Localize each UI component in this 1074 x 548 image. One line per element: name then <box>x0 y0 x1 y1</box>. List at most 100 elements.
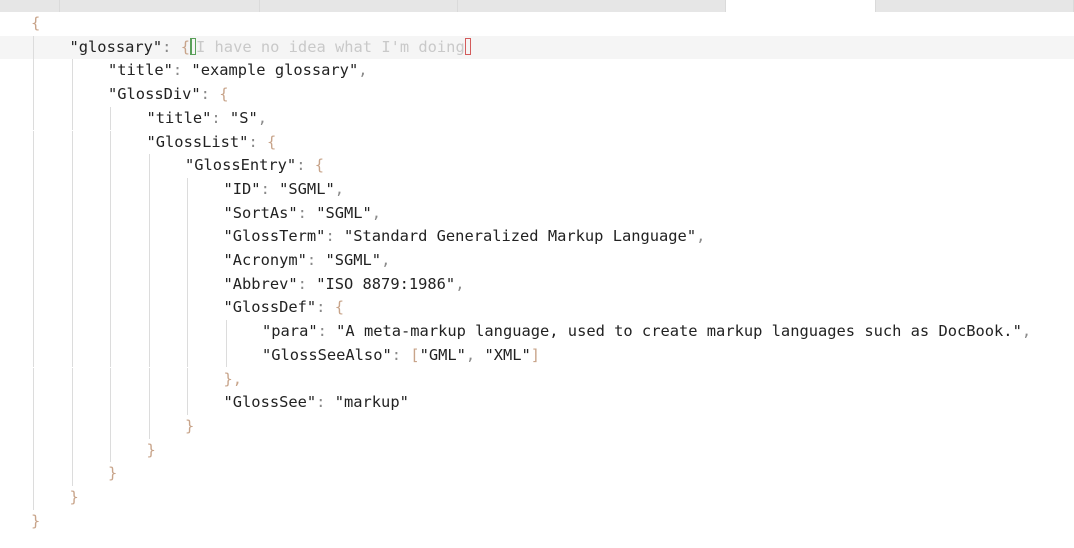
close-token: , <box>381 251 391 269</box>
indent-guide <box>33 272 34 297</box>
code-content: }, <box>224 368 243 392</box>
code-content: } <box>70 486 79 510</box>
indent-guide <box>33 35 34 60</box>
indent-guide <box>71 249 73 273</box>
inline-suggestion: I have no idea what I'm doing <box>196 37 465 56</box>
indent-guide <box>187 272 188 297</box>
indent-guide <box>33 59 34 84</box>
indent-guide <box>110 343 111 368</box>
indent-guide <box>225 343 227 368</box>
code-line[interactable]: "Abbrev": "ISO 8879:1986", <box>0 272 1074 297</box>
json-key: "GlossList" <box>146 132 249 151</box>
indent-guide <box>148 177 150 202</box>
indent-guide <box>71 130 73 155</box>
json-value: "SGML" <box>279 179 335 198</box>
code-line[interactable]: } <box>0 414 1074 439</box>
indent-guide <box>71 225 73 249</box>
indent-guide <box>33 414 34 439</box>
json-key: "para" <box>262 322 318 341</box>
indent-guide <box>110 249 111 273</box>
code-line[interactable]: } <box>0 510 1074 534</box>
punctuation: , <box>465 345 485 364</box>
indent-guide <box>110 201 111 226</box>
code-line[interactable]: "title": "S", <box>0 106 1074 131</box>
code-line[interactable]: "GlossSee": "markup" <box>0 391 1074 415</box>
json-array-item: "GML" <box>419 345 466 364</box>
indent-guide <box>71 154 73 178</box>
code-content: "title": "S", <box>147 107 268 131</box>
editor-tab[interactable] <box>458 0 726 12</box>
indent-guide <box>71 59 73 84</box>
indent-guide <box>33 130 34 155</box>
indent-guide <box>110 320 111 344</box>
indent-guide <box>148 154 150 178</box>
json-key: "title" <box>108 61 173 80</box>
indent-guide <box>33 296 34 321</box>
code-content: } <box>31 510 40 534</box>
code-line[interactable]: "GlossList": { <box>0 130 1074 155</box>
indent-guide <box>71 367 73 392</box>
json-array-item: "XML" <box>484 345 531 364</box>
editor-tab[interactable] <box>60 0 260 12</box>
code-line[interactable]: }, <box>0 367 1074 392</box>
indent-guide <box>110 391 111 415</box>
indent-guide <box>33 177 34 202</box>
open-brace: { <box>31 14 41 32</box>
close-token: , <box>257 108 268 127</box>
code-content: "GlossDef": { <box>224 296 345 320</box>
indent-guide <box>187 249 188 273</box>
indent-guide <box>148 343 150 368</box>
indent-guide <box>148 367 150 392</box>
indent-guide <box>33 320 34 344</box>
punctuation: : <box>316 298 335 317</box>
code-content: "GlossDiv": { <box>108 83 229 107</box>
code-line[interactable]: "SortAs": "SGML", <box>0 201 1074 226</box>
editor-tab[interactable] <box>0 0 60 12</box>
indent-guide <box>110 225 111 249</box>
editor-tab[interactable] <box>260 0 458 12</box>
code-line[interactable]: } <box>0 462 1074 486</box>
editor-tab[interactable] <box>876 0 1074 12</box>
close-token: , <box>1021 322 1032 341</box>
indent-guide <box>71 462 73 486</box>
close-token: , <box>371 203 382 222</box>
code-line[interactable]: "Acronym": "SGML", <box>0 249 1074 273</box>
json-key: "SortAs" <box>223 203 298 222</box>
json-key: "glossary" <box>69 37 163 56</box>
json-key: "GlossDiv" <box>108 85 201 104</box>
close-token: } <box>146 440 156 459</box>
indent-guide <box>148 414 150 439</box>
indent-guide <box>148 225 150 249</box>
open-brace: { <box>314 156 325 175</box>
indent-guide <box>148 296 150 321</box>
json-key: "title" <box>146 108 212 127</box>
code-line[interactable]: } <box>0 486 1074 510</box>
punctuation: [ <box>410 345 420 364</box>
punctuation: : <box>317 322 337 341</box>
indent-guide <box>148 249 150 273</box>
indent-guide <box>187 343 188 368</box>
code-content: "GlossSeeAlso": ["GML", "XML"] <box>262 344 540 368</box>
code-line[interactable]: "GlossEntry": { <box>0 154 1074 178</box>
indent-guide <box>33 391 34 415</box>
code-line[interactable]: "ID": "SGML", <box>0 177 1074 202</box>
code-line[interactable]: "GlossDef": { <box>0 296 1074 321</box>
code-line[interactable]: "GlossTerm": "Standard Generalized Marku… <box>0 225 1074 249</box>
code-line[interactable]: "GlossSeeAlso": ["GML", "XML"] <box>0 343 1074 368</box>
code-content: "GlossEntry": { <box>185 154 324 178</box>
editor-tab-active[interactable] <box>726 0 876 12</box>
indent-guide <box>33 486 34 510</box>
code-line[interactable]: { <box>0 12 1074 36</box>
code-line[interactable]: "GlossDiv": { <box>0 83 1074 107</box>
json-key: "Acronym" <box>223 251 307 269</box>
punctuation: : <box>162 37 181 56</box>
json-value: "ISO 8879:1986" <box>316 274 456 293</box>
indent-guide <box>33 83 34 107</box>
code-line[interactable]: "glossary": {I have no idea what I'm doi… <box>0 35 1074 60</box>
code-line[interactable]: "para": "A meta-markup language, used to… <box>0 320 1074 344</box>
code-line[interactable]: "title": "example glossary", <box>0 59 1074 84</box>
indent-guide <box>71 391 73 415</box>
code-line[interactable]: } <box>0 438 1074 463</box>
code-editor[interactable]: {"glossary": {I have no idea what I'm do… <box>0 12 1074 548</box>
indent-guide <box>71 272 73 297</box>
